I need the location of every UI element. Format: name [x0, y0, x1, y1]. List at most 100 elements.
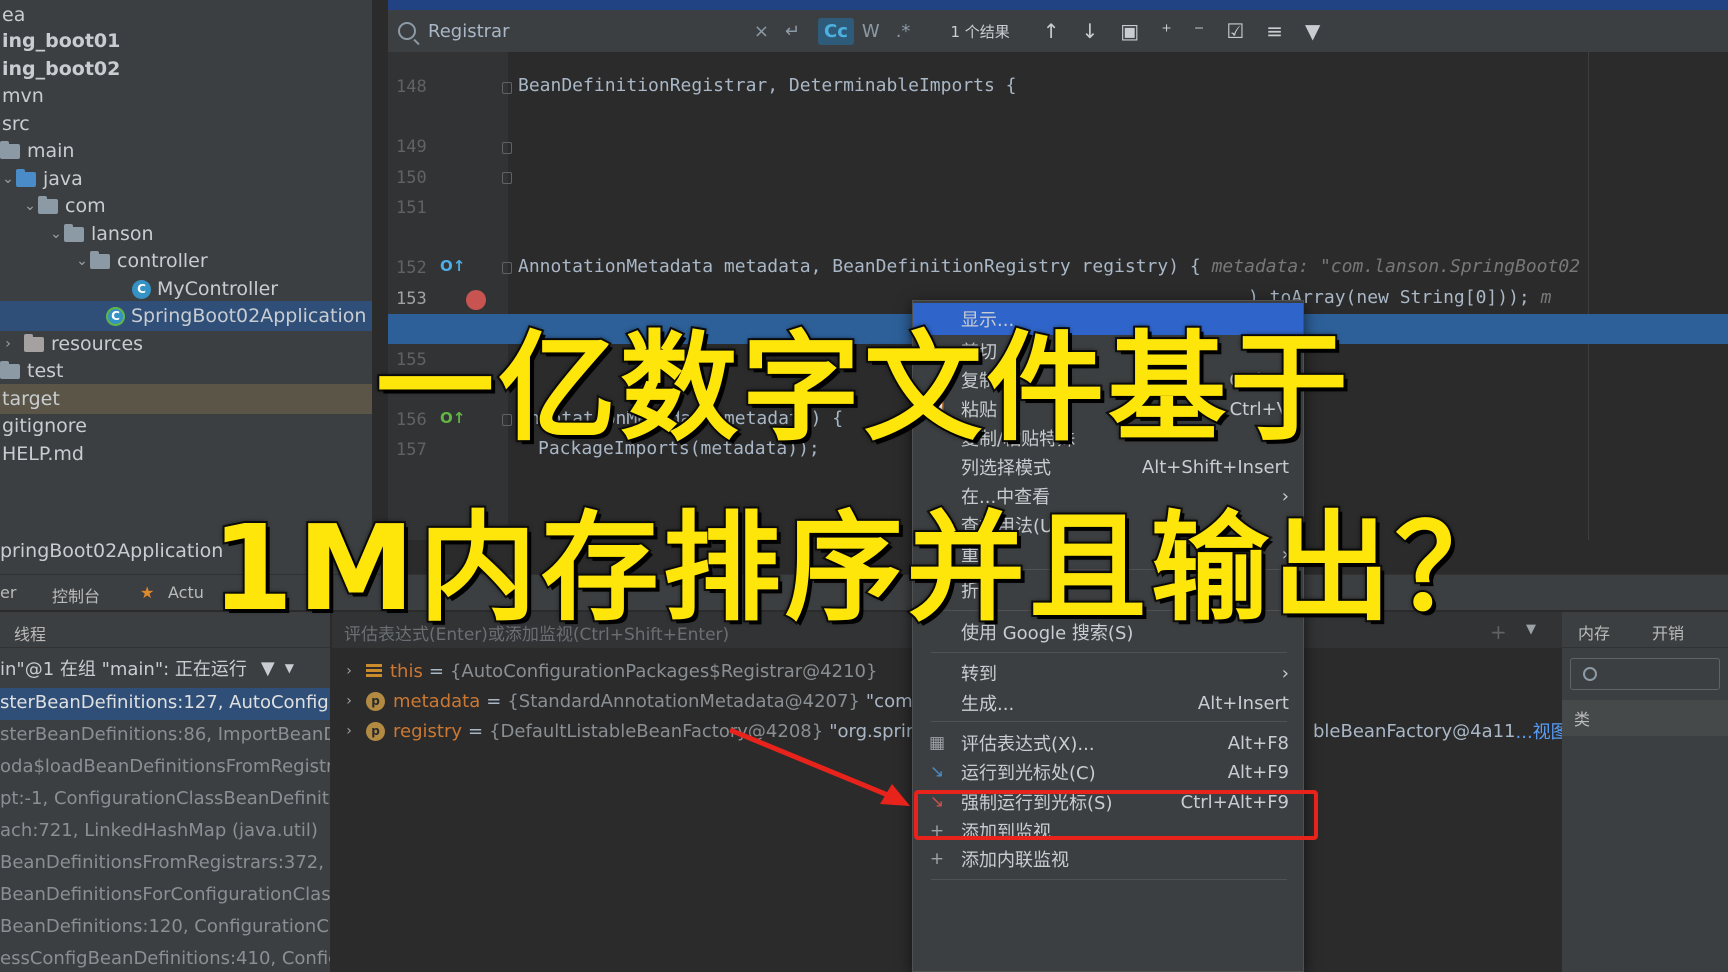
tree-item[interactable]: mvn — [0, 81, 380, 111]
tree-item[interactable]: src — [0, 109, 380, 139]
regex-button[interactable]: .* — [896, 21, 911, 42]
stack-frame[interactable]: essConfigBeanDefinitions:410, Config — [0, 944, 330, 972]
tree-item-label: controller — [117, 250, 208, 272]
match-case-button[interactable]: Cc — [818, 17, 854, 45]
stack-frame[interactable]: ach:721, LinkedHashMap (java.util) — [0, 816, 330, 848]
prev-match-icon[interactable]: ↑ — [1043, 19, 1060, 43]
remove-occurrence-icon[interactable]: ⁻ — [1194, 19, 1205, 43]
tree-item[interactable]: ⌄ java — [0, 164, 380, 194]
highlight-box — [914, 790, 1318, 840]
menu-item-label: 评估表达式(X)... — [961, 734, 1095, 755]
clear-icon[interactable]: × — [754, 21, 769, 42]
tree-item[interactable]: ing_boot02 — [0, 54, 380, 84]
menu-item-evaluate-expression[interactable]: ▦ 评估表达式(X)... Alt+F8 — [913, 727, 1303, 759]
thread-selector[interactable]: in"@1 在组 "main": 正在运行 ▼ ▼ — [0, 648, 330, 688]
tree-item-label: mvn — [2, 85, 44, 107]
tree-item-label: src — [2, 113, 30, 135]
chevron-down-icon[interactable]: ⌄ — [0, 171, 16, 187]
filter-icon[interactable]: ▼ — [261, 658, 275, 679]
menu-item-add-inline-watch[interactable]: + 添加内联监视 — [913, 843, 1303, 875]
overlay-title-line1: 一亿数字文件基于 — [374, 317, 1352, 459]
select-all-occurrences-icon[interactable]: ▣ — [1120, 19, 1139, 43]
line-number: 148 — [396, 77, 427, 97]
tree-item-label: java — [43, 168, 83, 190]
stack-frame[interactable]: oda$loadBeanDefinitionsFromRegistra — [0, 752, 330, 784]
field-icon — [366, 664, 382, 678]
source-folder-icon — [16, 168, 36, 187]
filter-options-icon[interactable]: ≡ — [1266, 19, 1283, 43]
package-icon — [64, 223, 84, 242]
menu-shortcut: Alt+F8 — [1227, 732, 1289, 754]
menu-separator — [931, 721, 1287, 722]
stack-frame[interactable]: pt:-1, ConfigurationClassBeanDefinitio — [0, 784, 330, 816]
select-occurrences-icon[interactable]: ☑ — [1226, 19, 1244, 43]
menu-separator — [931, 879, 1287, 880]
stack-frame[interactable]: BeanDefinitionsFromRegistrars:372, C — [0, 848, 330, 880]
fold-marker-icon[interactable] — [502, 172, 512, 184]
stack-frame[interactable]: sterBeanDefinitions:127, AutoConfigu — [0, 688, 330, 720]
tree-item[interactable]: ⌄ lanson — [0, 219, 380, 249]
search-icon — [1583, 667, 1597, 681]
class-search-input[interactable] — [1570, 658, 1720, 690]
memory-panel: 内存 开销 类 — [1562, 612, 1728, 972]
find-bar: Registrar × ↵ Cc W .* 1 个结果 ↑ ↓ ▣ ⁺ ⁻ ☑ … — [388, 0, 1728, 52]
variable-name: registry — [393, 720, 462, 742]
view-link[interactable]: ...视图 — [1516, 718, 1569, 744]
variable-value-right: bleBeanFactory@4a11 — [1313, 720, 1516, 742]
column-header-class[interactable]: 类 — [1562, 700, 1728, 736]
menu-item-label: 转到 — [961, 664, 997, 685]
search-icon — [398, 22, 416, 40]
thread-label: in"@1 在组 "main": 正在运行 — [0, 659, 247, 680]
code-text: AnnotationMetadata metadata, BeanDefinit… — [518, 256, 1201, 277]
inline-debug-hint: metadata: "com.lanson.SpringBoot02 — [1211, 256, 1581, 277]
next-match-icon[interactable]: ↓ — [1082, 19, 1099, 43]
package-icon — [38, 195, 58, 214]
equals-sign: = — [486, 690, 502, 712]
stack-frame[interactable]: BeanDefinitionsForConfigurationClass — [0, 880, 330, 912]
variable-row[interactable]: › this = {AutoConfigurationPackages$Regi… — [332, 656, 877, 686]
menu-item-generate[interactable]: 生成... Alt+Insert — [913, 687, 1303, 719]
chevron-down-icon[interactable]: ⌄ — [48, 226, 64, 242]
chevron-down-icon[interactable]: ⌄ — [74, 253, 90, 269]
fold-marker-icon[interactable] — [502, 262, 512, 274]
stack-frame[interactable]: sterBeanDefinitions:86, ImportBeanDe — [0, 720, 330, 752]
search-result-count: 1 个结果 — [950, 22, 1010, 41]
code-line: AnnotationMetadata metadata, BeanDefinit… — [518, 256, 1580, 277]
parameter-icon: p — [366, 721, 385, 741]
tree-item-label: ea — [2, 4, 26, 26]
search-input[interactable]: Registrar × ↵ — [388, 10, 808, 52]
line-number: 151 — [396, 198, 427, 218]
whole-word-button[interactable]: W — [862, 21, 880, 42]
code-line: BeanDefinitionRegistrar, DeterminableImp… — [518, 75, 1017, 96]
newline-icon[interactable]: ↵ — [785, 21, 800, 42]
fold-marker-icon[interactable] — [502, 82, 512, 94]
add-inline-watch-icon: + — [929, 849, 945, 869]
variable-value: {StandardAnnotationMetadata@4207} — [507, 690, 860, 712]
tree-item[interactable]: main — [0, 136, 380, 166]
filter-icon[interactable]: ▼ — [1305, 19, 1320, 43]
chevron-right-icon[interactable]: › — [332, 693, 366, 709]
override-icon[interactable]: O↑ — [440, 257, 465, 275]
add-occurrence-icon[interactable]: ⁺ — [1161, 19, 1172, 43]
variable-name: metadata — [393, 690, 481, 712]
tree-item[interactable]: ing_boot01 — [0, 26, 380, 56]
variable-row[interactable]: › p metadata = {StandardAnnotationMetada… — [332, 686, 934, 716]
tree-item[interactable]: ⌄ controller — [0, 246, 380, 276]
chevron-down-icon[interactable]: ⌄ — [22, 198, 38, 214]
chevron-right-icon[interactable]: › — [332, 663, 366, 679]
menu-item-run-to-cursor[interactable]: ↘ 运行到光标处(C) Alt+F9 — [913, 756, 1303, 788]
menu-item-label: 运行到光标处(C) — [961, 763, 1096, 784]
chevron-down-icon[interactable]: ▼ — [285, 661, 294, 675]
search-query[interactable]: Registrar — [428, 21, 509, 42]
menu-item-label: 生成... — [961, 694, 1015, 715]
chevron-right-icon[interactable]: › — [332, 723, 366, 739]
menu-separator — [931, 652, 1287, 653]
fold-marker-icon[interactable] — [502, 142, 512, 154]
overlay-title-line2: 1M内存排序并且输出？ — [209, 497, 1517, 639]
tree-item-label: ing_boot02 — [2, 58, 121, 80]
menu-item-goto[interactable]: 转到 › — [913, 657, 1303, 689]
tree-item[interactable]: ⌄ com — [0, 191, 380, 221]
line-number: 149 — [396, 137, 427, 157]
tree-item-label: com — [65, 195, 106, 217]
stack-frame[interactable]: BeanDefinitions:120, ConfigurationCla — [0, 912, 330, 944]
